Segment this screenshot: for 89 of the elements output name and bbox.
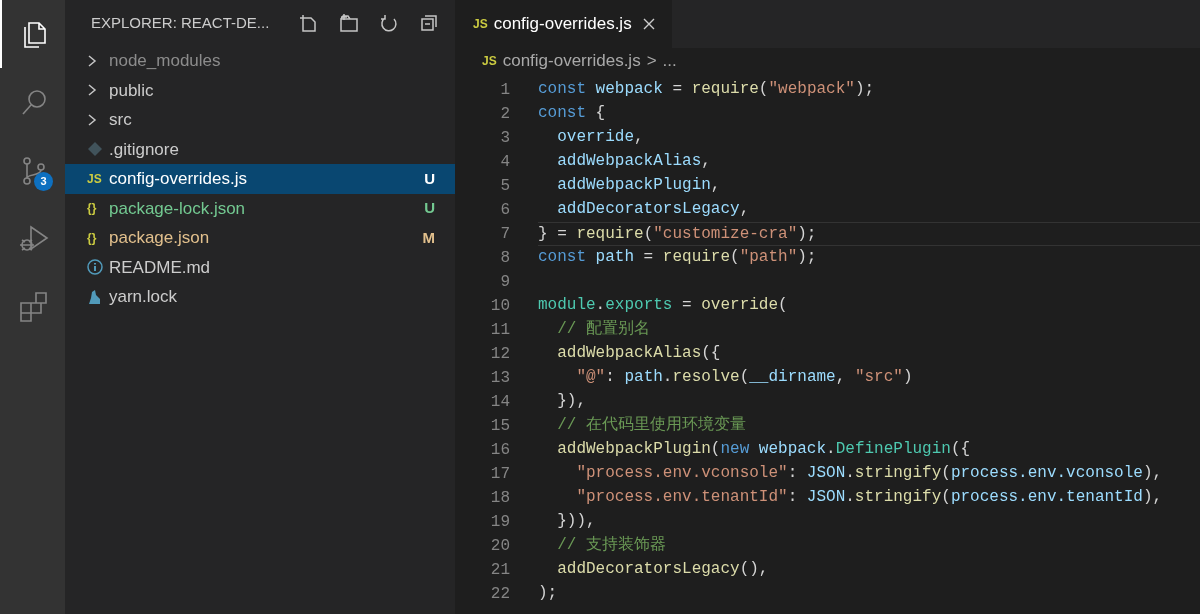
code-line: // 支持装饰器 — [556, 535, 667, 556]
git-diamond-icon — [87, 141, 103, 158]
file-type-icon: JS — [473, 15, 488, 33]
file-type-icon: {} — [87, 228, 97, 247]
line-number: 17 — [489, 464, 511, 485]
tree-item[interactable]: JS config-overrides.js U — [65, 164, 455, 194]
breadcrumb-separator: > — [646, 50, 657, 73]
line-number: 8 — [499, 248, 511, 269]
line-number: 22 — [489, 584, 511, 605]
line-number: 6 — [499, 200, 511, 221]
toolbar-button[interactable] — [379, 13, 400, 33]
tree-item[interactable]: README.md — [65, 252, 455, 282]
tree-item[interactable]: node_modules — [65, 46, 455, 76]
code-line: addWebpackPlugin(new webpack.DefinePlugin({ — [556, 439, 972, 460]
file-name: package-lock.json — [109, 197, 247, 220]
file-name: package.json — [109, 227, 211, 249]
file-name: public — [109, 79, 155, 102]
close-icon[interactable] — [641, 17, 656, 31]
code-line: module.exports = override( — [538, 295, 789, 316]
file-name: README.md — [109, 256, 212, 279]
tree-item[interactable]: yarn.lock — [65, 282, 455, 312]
line-number: 15 — [489, 416, 511, 437]
tree-item[interactable]: .gitignore — [65, 134, 455, 164]
line-number: 16 — [489, 440, 511, 461]
code-line: const webpack = require("webpack"); — [538, 79, 876, 100]
chevron-icon — [87, 53, 97, 68]
git-status: M — [422, 227, 435, 248]
tree-item[interactable]: {} package-lock.json U — [65, 193, 455, 223]
code-line: addDecoratorsLegacy(), — [556, 559, 770, 580]
line-number: 9 — [499, 272, 511, 293]
breadcrumb-item[interactable]: config-overrides.js — [502, 48, 641, 74]
line-number: 4 — [499, 152, 511, 173]
code-line: "process.env.vconsole": JSON.stringify(process.env.vconsole), — [575, 463, 1164, 484]
chevron-icon — [87, 83, 97, 98]
info-icon — [87, 259, 103, 276]
line-number: 3 — [499, 128, 511, 149]
line-number: 21 — [489, 560, 511, 581]
code-line: addWebpackAlias, — [556, 151, 712, 172]
refresh-icon — [379, 13, 400, 33]
collapse-icon — [419, 13, 440, 33]
tree-item[interactable]: src — [65, 105, 455, 135]
sidebar-title: EXPLORER: REACT-DE... — [91, 12, 270, 33]
line-number: 10 — [489, 296, 511, 317]
line-number: 5 — [499, 176, 511, 197]
code-line: addWebpackAlias({ — [556, 343, 722, 364]
code-line: addWebpackPlugin, — [556, 175, 722, 196]
line-number: 14 — [489, 392, 511, 413]
editor-tab[interactable]: JS config-overrides.js — [455, 0, 672, 48]
file-type-icon: {} — [87, 199, 97, 218]
file-name: .gitignore — [109, 138, 180, 161]
file-type-icon: JS — [87, 169, 102, 188]
breadcrumb-item[interactable]: ... — [662, 48, 677, 74]
line-number: 7 — [499, 224, 511, 245]
file-type-icon: JS — [482, 52, 497, 70]
code-line: ); — [538, 583, 559, 604]
line-number: 11 — [489, 320, 511, 341]
code-line: }), — [556, 391, 587, 412]
line-number: 13 — [489, 368, 511, 389]
line-number: 2 — [499, 104, 511, 125]
code-line: "@": path.resolve(__dirname, "src") — [575, 367, 914, 388]
toolbar-button[interactable] — [419, 13, 440, 33]
file-name: yarn.lock — [109, 286, 179, 308]
code-line: addDecoratorsLegacy, — [556, 199, 751, 220]
line-number: 18 — [489, 488, 511, 509]
code-line: // 在代码里使用环境变量 — [556, 414, 747, 436]
activity-button[interactable]: 3 — [0, 136, 65, 204]
file-name: node_modules — [109, 50, 222, 72]
line-number: 19 — [489, 512, 511, 533]
code-line: const path = require("path"); — [538, 247, 818, 268]
git-status: U — [424, 198, 435, 218]
git-status: U — [424, 168, 435, 189]
code-line: "process.env.tenantId": JSON.stringify(process.env.tenantId), — [575, 487, 1164, 508]
tree-item[interactable]: {} package.json M — [65, 223, 455, 253]
tab-label: config-overrides.js — [493, 13, 632, 36]
line-number: 20 — [489, 536, 511, 557]
file-name: config-overrides.js — [109, 168, 248, 190]
file-name: src — [109, 109, 133, 131]
count-badge: 3 — [34, 172, 53, 191]
toolbar-button[interactable] — [339, 13, 360, 33]
chevron-icon — [87, 112, 97, 127]
tree-item[interactable]: public — [65, 75, 455, 105]
code-line: override, — [556, 127, 645, 148]
new-folder-icon — [339, 13, 360, 33]
code-line: // 配置别名 — [556, 319, 651, 340]
code-line: })), — [556, 511, 597, 532]
code-line: const { — [538, 103, 607, 124]
line-number: 12 — [489, 344, 511, 365]
line-number: 1 — [499, 80, 511, 101]
code-line: } = require("customize-cra"); — [538, 222, 1200, 246]
